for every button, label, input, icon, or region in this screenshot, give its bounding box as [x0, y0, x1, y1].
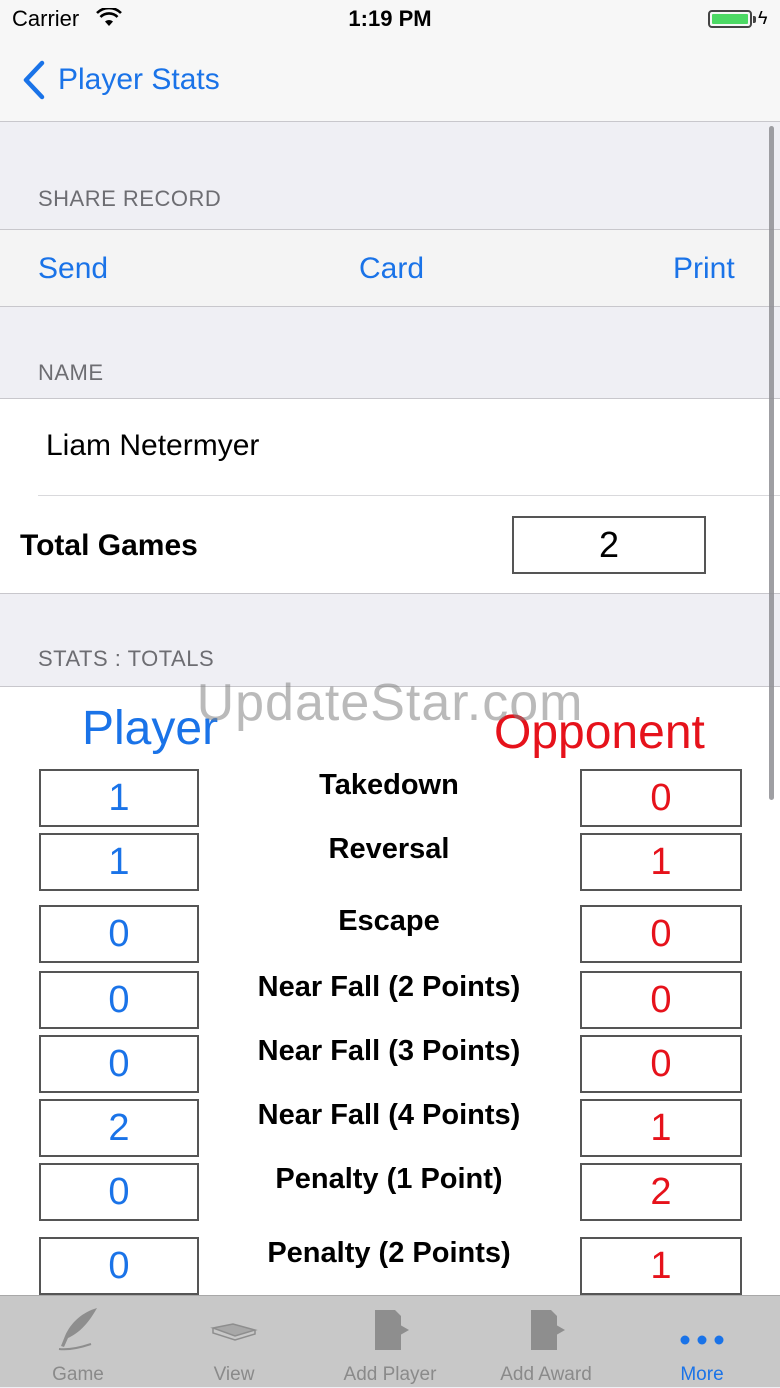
- quill-icon: [58, 1308, 97, 1351]
- more-dots-icon: [680, 1335, 724, 1345]
- total-games-label: Total Games: [20, 529, 198, 562]
- stat-row-takedown: 1 Takedown 0: [0, 769, 780, 827]
- card-button[interactable]: Card: [359, 252, 424, 286]
- stat-row-near-fall-2: 0 Near Fall (2 Points) 0: [0, 971, 780, 1029]
- player-near-fall-3-field[interactable]: 0: [39, 1035, 199, 1093]
- chevron-left-icon: [23, 60, 45, 100]
- opponent-near-fall-2-field[interactable]: 0: [580, 971, 742, 1029]
- navigation-bar: Player Stats: [0, 40, 780, 122]
- tab-label: View: [213, 1364, 255, 1385]
- total-games-field[interactable]: 2: [512, 516, 706, 574]
- battery-icon: [708, 10, 756, 28]
- player-penalty-2-field[interactable]: 0: [39, 1237, 199, 1295]
- name-section: Liam Netermyer Total Games 2: [0, 398, 780, 594]
- stat-label: Near Fall (2 Points): [257, 971, 521, 1003]
- opponent-penalty-1-field[interactable]: 2: [580, 1163, 742, 1221]
- document-arrow-icon: [375, 1310, 409, 1350]
- player-penalty-1-field[interactable]: 0: [39, 1163, 199, 1221]
- book-icon: [210, 1323, 258, 1341]
- player-escape-field[interactable]: 0: [39, 905, 199, 963]
- stat-label: Near Fall (4 Points): [257, 1099, 521, 1131]
- player-takedown-field[interactable]: 1: [39, 769, 199, 827]
- back-button[interactable]: Player Stats: [20, 58, 220, 102]
- stat-row-near-fall-3: 0 Near Fall (3 Points) 0: [0, 1035, 780, 1093]
- opponent-column-header: Opponent: [494, 706, 705, 759]
- opponent-near-fall-3-field[interactable]: 0: [580, 1035, 742, 1093]
- player-column-header: Player: [82, 702, 219, 755]
- document-arrow-icon: [531, 1310, 565, 1350]
- stats-table: Player Opponent UpdateStar.com 1 Takedow…: [0, 674, 780, 1296]
- name-header: NAME: [38, 360, 104, 385]
- stat-label: Penalty (2 Points): [267, 1237, 511, 1269]
- tab-game[interactable]: Game: [0, 1296, 156, 1388]
- row-divider: [38, 495, 780, 496]
- send-button[interactable]: Send: [38, 252, 108, 286]
- clock: 1:19 PM: [348, 6, 432, 31]
- opponent-penalty-2-field[interactable]: 1: [580, 1237, 742, 1295]
- stat-row-reversal: 1 Reversal 1: [0, 833, 780, 891]
- opponent-escape-field[interactable]: 0: [580, 905, 742, 963]
- opponent-reversal-field[interactable]: 1: [580, 833, 742, 891]
- share-row: Send Card Print: [0, 229, 780, 307]
- stat-label: Reversal: [328, 833, 450, 865]
- stat-label: Near Fall (3 Points): [257, 1035, 521, 1067]
- stat-label: Penalty (1 Point): [275, 1163, 503, 1195]
- share-record-header: SHARE RECORD: [38, 186, 222, 211]
- print-button[interactable]: Print: [673, 252, 735, 286]
- tab-more[interactable]: More: [624, 1296, 780, 1388]
- stat-row-penalty-2: 0 Penalty (2 Points) 1: [0, 1237, 780, 1295]
- tab-label: More: [680, 1364, 724, 1385]
- stat-row-near-fall-4: 2 Near Fall (4 Points) 1: [0, 1099, 780, 1157]
- tab-add-award[interactable]: Add Award: [468, 1296, 624, 1388]
- stats-totals-header: STATS : TOTALS: [38, 646, 215, 671]
- tab-add-player[interactable]: Add Player: [312, 1296, 468, 1388]
- stat-row-escape: 0 Escape 0: [0, 905, 780, 963]
- tab-bar: Game View Add Player Add Award More: [0, 1295, 780, 1387]
- stat-row-penalty-1: 0 Penalty (1 Point) 2: [0, 1163, 780, 1221]
- tab-view[interactable]: View: [156, 1296, 312, 1388]
- charging-icon: ϟ: [758, 8, 768, 28]
- player-near-fall-2-field[interactable]: 0: [39, 971, 199, 1029]
- opponent-near-fall-4-field[interactable]: 1: [580, 1099, 742, 1157]
- tab-label: Game: [52, 1364, 104, 1385]
- opponent-takedown-field[interactable]: 0: [580, 769, 742, 827]
- scrollbar[interactable]: [769, 126, 774, 800]
- tab-label: Add Award: [500, 1364, 592, 1385]
- player-reversal-field[interactable]: 1: [39, 833, 199, 891]
- tab-label: Add Player: [343, 1364, 437, 1385]
- status-bar: Carrier 1:19 PM ϟ: [0, 0, 780, 40]
- back-button-label: Player Stats: [58, 63, 220, 96]
- player-near-fall-4-field[interactable]: 2: [39, 1099, 199, 1157]
- stat-label: Escape: [338, 905, 440, 937]
- stat-label: Takedown: [319, 769, 459, 801]
- player-name-field[interactable]: Liam Netermyer: [46, 429, 259, 463]
